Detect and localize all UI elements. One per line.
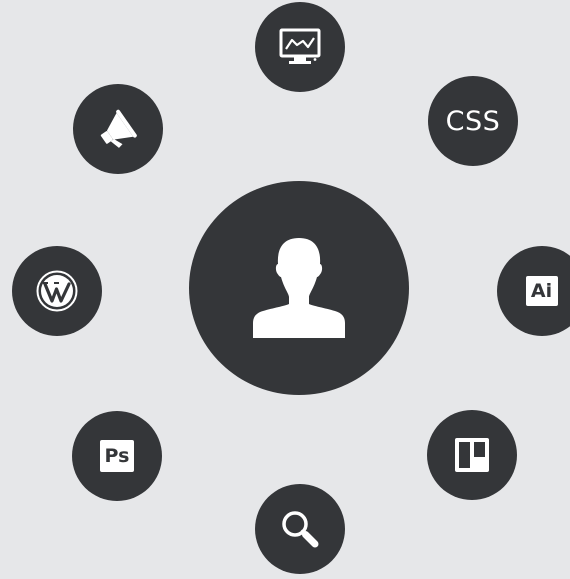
- wordpress-icon: [36, 270, 78, 312]
- css-node[interactable]: CSS: [428, 76, 518, 166]
- search-node[interactable]: [255, 484, 345, 574]
- adobe-illustrator-icon: Ai: [525, 276, 558, 306]
- analytics-monitor-icon: [279, 28, 321, 66]
- search-icon: [278, 507, 322, 551]
- illustrator-label: Ai: [530, 280, 553, 302]
- board-icon: [455, 438, 489, 472]
- wordpress-node[interactable]: [12, 246, 102, 336]
- user-profile-hub: [189, 181, 409, 395]
- illustrator-node[interactable]: Ai: [497, 246, 570, 336]
- photoshop-label: Ps: [104, 445, 130, 467]
- analytics-node[interactable]: [255, 2, 345, 92]
- board-node[interactable]: [427, 410, 517, 500]
- photoshop-node[interactable]: Ps: [72, 411, 162, 501]
- megaphone-node[interactable]: [73, 84, 163, 174]
- megaphone-icon: [95, 106, 141, 152]
- adobe-photoshop-icon: Ps: [100, 440, 134, 472]
- css-label: CSS: [445, 105, 501, 137]
- user-silhouette-icon: [251, 236, 347, 340]
